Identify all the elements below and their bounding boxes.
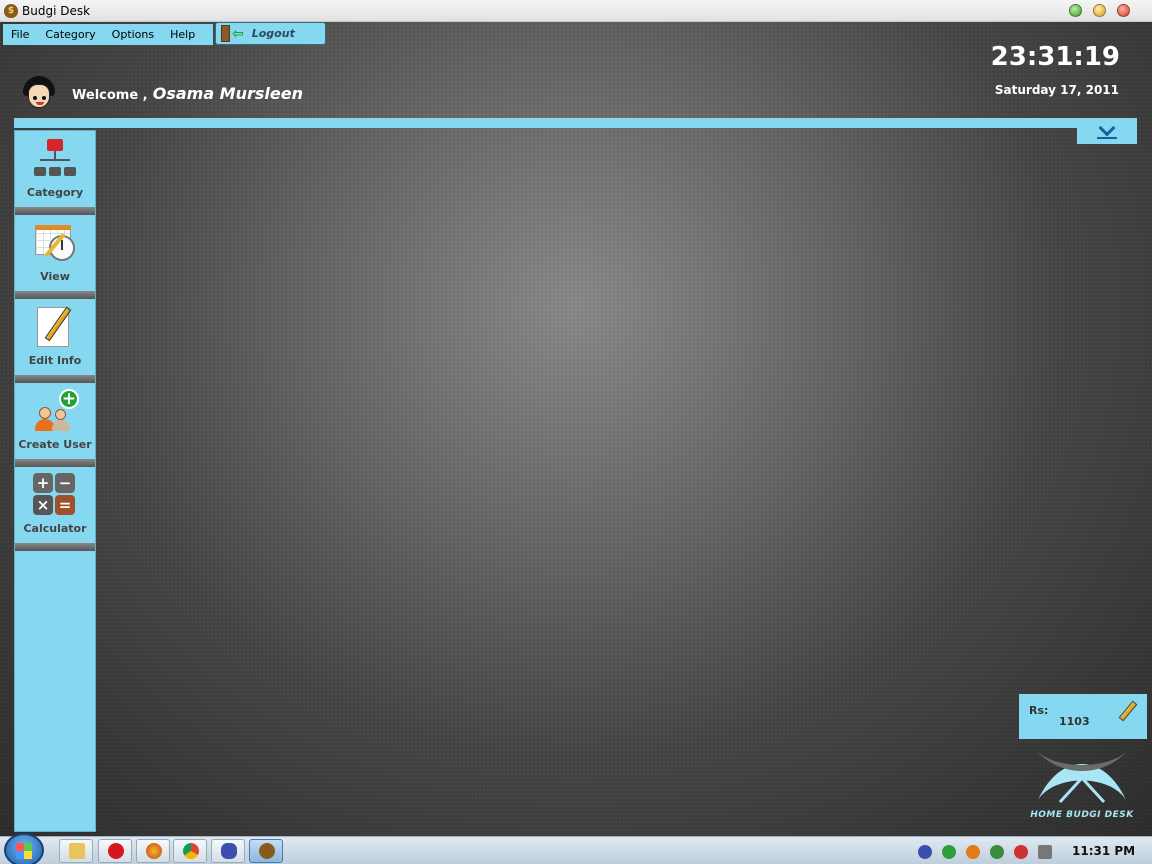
money-bag-icon: $ (4, 4, 18, 18)
sidebar-divider (15, 375, 95, 383)
taskbar-firefox[interactable] (136, 839, 170, 863)
welcome-label: Welcome , (72, 88, 148, 103)
os-taskbar: 11:31 PM (0, 833, 1152, 864)
tray-app-icon[interactable] (966, 845, 980, 859)
taskbar-budgi-desk[interactable] (249, 839, 283, 863)
tray-network-icon[interactable] (990, 845, 1004, 859)
logo-text: HOME BUDGI DESK (1030, 810, 1134, 820)
collapse-button[interactable] (1077, 118, 1137, 144)
taskbar-chrome[interactable] (173, 839, 207, 863)
taskbar-opera[interactable] (98, 839, 132, 863)
calculator-icon: + − × = (33, 473, 77, 517)
top-strip (14, 118, 1137, 128)
app-main-area: File Category Options Help ⇦ Logout Welc… (0, 22, 1152, 836)
firefox-icon (146, 843, 162, 859)
category-tree-icon (33, 137, 77, 181)
add-user-icon: + (33, 389, 79, 433)
windows-logo-icon (16, 843, 32, 859)
user-name: Osama Mursleen (152, 84, 303, 103)
balance-amount: 1103 (1059, 715, 1090, 728)
currency-label: Rs: (1029, 704, 1049, 717)
sidebar-divider (15, 543, 95, 551)
sidebar-divider (15, 207, 95, 215)
sidebar-item-label: View (40, 270, 70, 283)
avatar (23, 76, 55, 110)
sidebar-item-label: Calculator (23, 522, 87, 535)
menu-bar: File Category Options Help (3, 24, 213, 45)
sidebar-item-label: Category (26, 186, 84, 199)
logo-mark-icon (1036, 750, 1128, 804)
balance-panel: Rs: 1103 (1019, 694, 1147, 739)
sidebar-item-category[interactable]: Category (15, 131, 95, 207)
tray-sync-icon[interactable] (942, 845, 956, 859)
welcome-message: Welcome , Osama Mursleen (72, 84, 303, 103)
logout-button[interactable]: ⇦ Logout (215, 22, 326, 45)
clock-date: Saturday 17, 2011 (994, 83, 1119, 97)
close-button[interactable] (1117, 4, 1130, 17)
maximize-button[interactable] (1093, 4, 1106, 17)
arrow-left-icon: ⇦ (232, 25, 244, 42)
sidebar-item-label: Edit Info (28, 354, 82, 367)
sidebar: Category View Edit Info + Create User + … (14, 130, 96, 832)
sidebar-item-calculator[interactable]: + − × = Calculator (15, 467, 95, 543)
start-button[interactable] (4, 833, 44, 864)
app-logo: HOME BUDGI DESK (1030, 744, 1134, 826)
infinity-icon (221, 843, 237, 859)
taskbar-explorer[interactable] (59, 839, 93, 863)
sidebar-item-create-user[interactable]: + Create User (15, 383, 95, 459)
calendar-clock-icon (33, 221, 77, 265)
taskbar-app-link[interactable] (211, 839, 245, 863)
sidebar-item-label: Create User (18, 438, 92, 451)
tray-display-icon[interactable] (1038, 845, 1052, 859)
edit-pencil-icon (33, 305, 77, 349)
logout-label: Logout (251, 27, 295, 40)
menu-options[interactable]: Options (104, 24, 162, 45)
menu-help[interactable]: Help (162, 24, 203, 45)
sidebar-divider (15, 291, 95, 299)
sidebar-item-edit-info[interactable]: Edit Info (15, 299, 95, 375)
taskbar-clock[interactable]: 11:31 PM (1072, 844, 1135, 858)
tray-volume-muted-icon[interactable] (1014, 845, 1028, 859)
sidebar-item-view[interactable]: View (15, 215, 95, 291)
opera-icon (108, 843, 124, 859)
edit-balance-icon[interactable] (1118, 700, 1138, 722)
window-title: Budgi Desk (22, 4, 91, 18)
folder-icon (69, 843, 85, 859)
menu-file[interactable]: File (3, 24, 37, 45)
minimize-button[interactable] (1069, 4, 1082, 17)
menu-category[interactable]: Category (37, 24, 103, 45)
door-icon (221, 25, 230, 42)
chevron-down-icon (1098, 119, 1116, 137)
window-titlebar: $ Budgi Desk (0, 0, 1152, 22)
clock-time: 23:31:19 (990, 42, 1120, 72)
money-bag-icon (259, 843, 275, 859)
chrome-icon (183, 843, 199, 859)
sidebar-divider (15, 459, 95, 467)
tray-infinity-icon[interactable] (918, 845, 932, 859)
